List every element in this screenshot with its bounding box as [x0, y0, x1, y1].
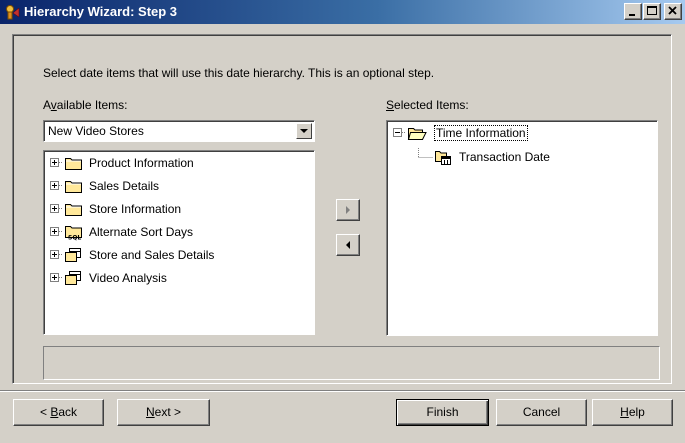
maximize-button[interactable] [643, 3, 661, 20]
title-bar: Hierarchy Wizard: Step 3 [0, 0, 685, 24]
close-button[interactable] [664, 3, 682, 20]
tree-node[interactable]: Sales Details [44, 177, 304, 195]
folder-icon [64, 154, 84, 175]
expand-icon[interactable] [48, 223, 62, 244]
tree-node-time-information[interactable]: Time Information [387, 124, 647, 142]
expand-icon[interactable] [48, 200, 62, 221]
tree-node-transaction-date[interactable]: Transaction Date [387, 136, 647, 169]
tree-node[interactable]: Product Information [44, 154, 304, 172]
tree-node[interactable]: Video Analysis [44, 269, 304, 287]
expand-icon[interactable] [48, 269, 62, 290]
tree-node-label: Time Information [434, 125, 528, 141]
tree-node-label: Store and Sales Details [89, 248, 215, 262]
wizard-icon [4, 4, 20, 20]
instruction-text: Select date items that will use this dat… [43, 66, 435, 80]
sql-folder-icon: SQL [64, 223, 84, 244]
folder-icon [64, 177, 84, 198]
tree-node[interactable]: Store and Sales Details [44, 246, 304, 264]
tree-node-label: Product Information [89, 156, 194, 170]
close-icon [668, 6, 677, 15]
dropdown-value: New Video Stores [48, 124, 144, 138]
arrow-right-icon [346, 206, 350, 214]
expand-icon[interactable] [48, 246, 62, 267]
available-items-label: Available Items: [43, 98, 128, 112]
maximize-icon [647, 6, 657, 15]
separator [0, 390, 685, 392]
open-folder-icon [407, 124, 427, 145]
tree-node[interactable]: SQL Alternate Sort Days [44, 223, 304, 244]
tree-node[interactable]: Store Information [44, 200, 304, 218]
table-folder-icon [64, 269, 84, 290]
tree-node-label: Alternate Sort Days [89, 225, 194, 239]
arrow-left-icon [346, 241, 350, 249]
help-button[interactable]: Help [592, 399, 673, 426]
date-attribute-icon [434, 148, 454, 169]
description-box [43, 346, 660, 380]
dropdown-button[interactable] [296, 123, 312, 139]
window-title: Hierarchy Wizard: Step 3 [24, 4, 178, 19]
add-item-button[interactable] [336, 199, 360, 221]
cancel-button[interactable]: Cancel [496, 399, 587, 426]
available-items-tree[interactable]: Product Information Sales Details Store In… [43, 150, 315, 335]
folder-icon [64, 200, 84, 221]
minimize-button[interactable] [624, 3, 642, 20]
minimize-icon [629, 14, 635, 16]
table-folder-icon [64, 246, 84, 267]
expand-icon[interactable] [48, 177, 62, 198]
selected-items-tree[interactable]: Time Information Transaction Date [386, 120, 658, 336]
tree-node-label: Sales Details [89, 179, 160, 193]
tree-node-label: Transaction Date [459, 150, 550, 164]
collapse-icon[interactable] [391, 124, 405, 145]
tree-node-label: Store Information [89, 202, 182, 216]
selected-items-label: Selected Items: [386, 98, 469, 112]
remove-item-button[interactable] [336, 234, 360, 256]
expand-icon[interactable] [48, 154, 62, 175]
back-button[interactable]: < Back [13, 399, 104, 426]
finish-button[interactable]: Finish [396, 399, 489, 426]
tree-node-label: Video Analysis [89, 271, 167, 285]
svg-text:SQL: SQL [68, 235, 81, 242]
catalog-dropdown[interactable]: New Video Stores [43, 120, 315, 142]
next-button[interactable]: Next > [117, 399, 210, 426]
chevron-down-icon [300, 129, 308, 133]
